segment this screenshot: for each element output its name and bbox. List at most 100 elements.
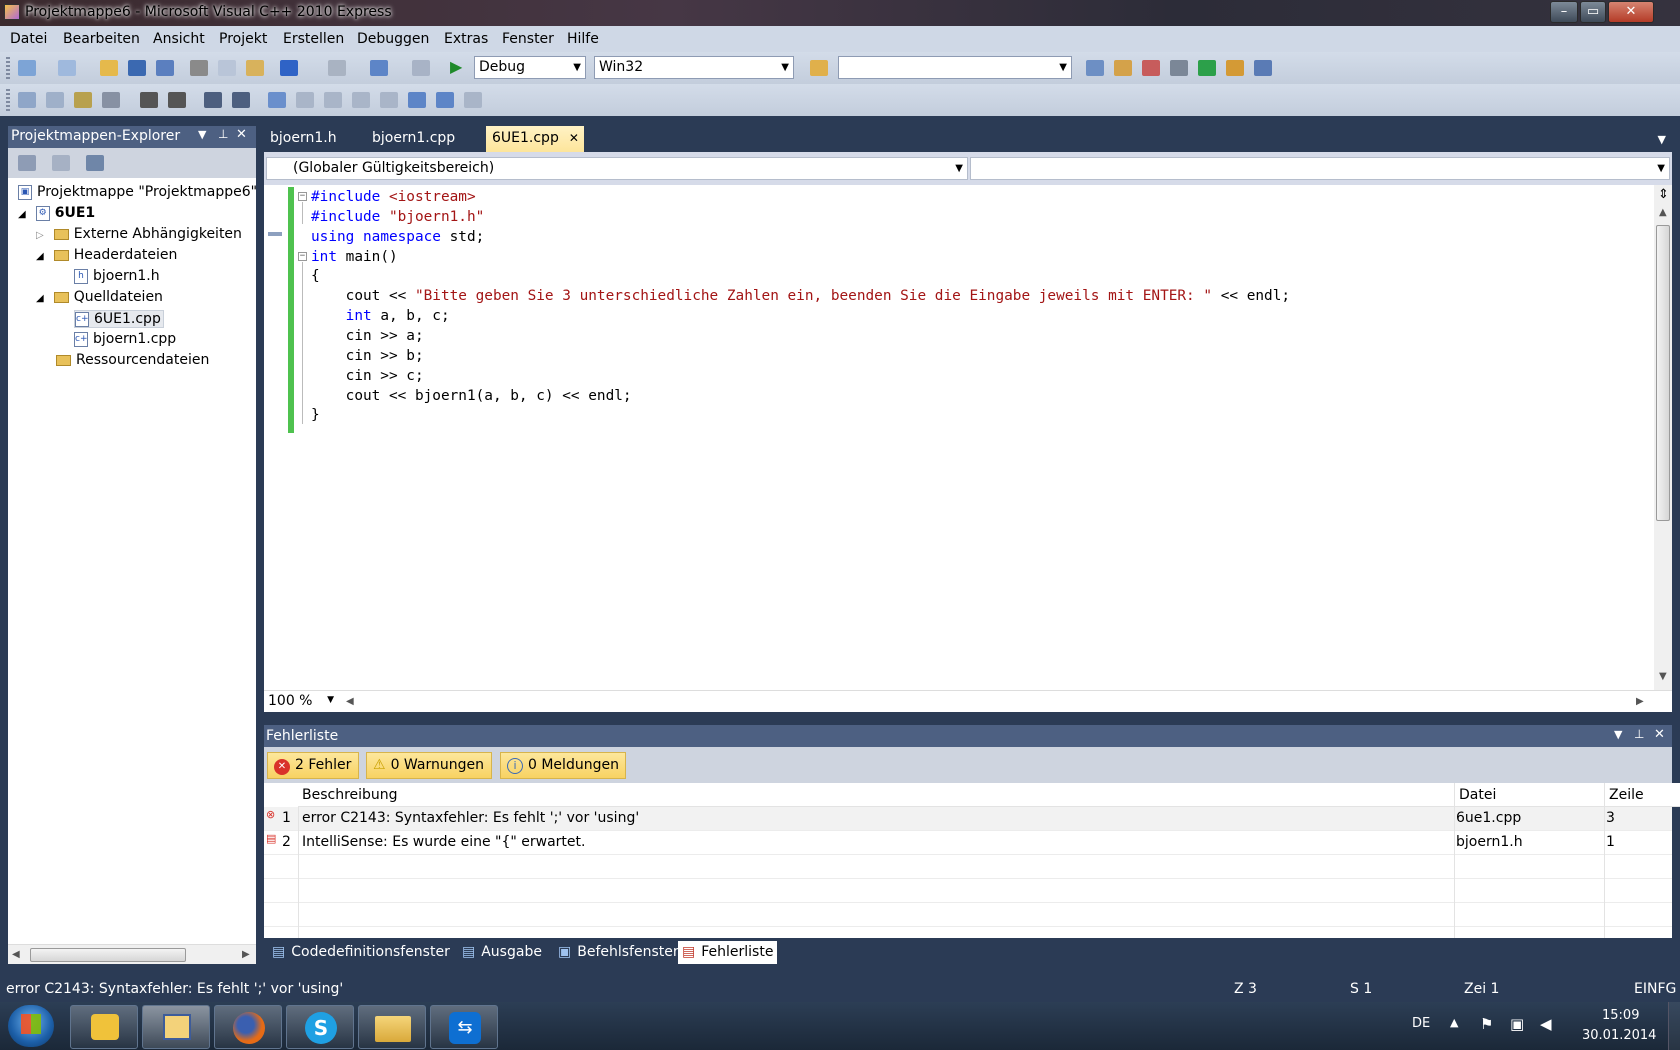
decrease-indent-icon[interactable] — [140, 92, 158, 108]
scroll-left-icon[interactable]: ◀ — [12, 949, 20, 960]
tab-code-definition[interactable]: ▤ Codedefinitionsfenster — [268, 941, 454, 964]
messages-filter-button[interactable]: i 0 Meldungen — [500, 752, 626, 779]
pin-icon[interactable]: ⊥ — [218, 127, 228, 141]
platform-combo[interactable]: Win32 ▼ — [594, 56, 794, 79]
scroll-right-icon[interactable]: ▶ — [1636, 696, 1644, 707]
toolbox-icon[interactable] — [1142, 60, 1160, 76]
taskbar-visual-studio[interactable] — [142, 1005, 210, 1049]
menu-extras[interactable]: Extras — [444, 31, 488, 47]
code-line[interactable]: } — [311, 405, 320, 426]
expand-arrow-icon[interactable]: ◢ — [36, 293, 44, 304]
comment-out-icon[interactable] — [204, 92, 222, 108]
tree-resource-files[interactable]: Ressourcendateien — [56, 352, 209, 368]
taskbar-firefox[interactable] — [214, 1005, 282, 1049]
chevron-down-icon[interactable]: ▼ — [198, 128, 206, 141]
scroll-up-icon[interactable]: ▲ — [1659, 207, 1667, 218]
quick-info-icon[interactable] — [74, 92, 92, 108]
taskbar-skype[interactable]: S — [286, 1005, 354, 1049]
horizontal-scrollbar[interactable]: ◀ ▶ — [8, 944, 256, 964]
menu-hilfe[interactable]: Hilfe — [567, 31, 599, 47]
close-icon[interactable]: ✕ — [569, 131, 579, 145]
language-indicator[interactable]: DE — [1412, 1016, 1430, 1031]
increase-indent-icon[interactable] — [168, 92, 186, 108]
scope-combo[interactable]: (Globaler Gültigkeitsbereich) ▼ — [266, 157, 968, 180]
menu-debuggen[interactable]: Debuggen — [357, 31, 429, 47]
uncomment-icon[interactable] — [232, 92, 250, 108]
undo-icon[interactable] — [280, 60, 298, 76]
properties-icon[interactable] — [1114, 60, 1132, 76]
copy-icon[interactable] — [218, 60, 236, 76]
clock-date[interactable]: 30.01.2014 — [1582, 1028, 1656, 1043]
collapse-function-icon[interactable]: − — [298, 252, 307, 261]
prev-bookmark-icon[interactable] — [296, 92, 314, 108]
code-line[interactable]: #include <iostream> — [311, 187, 476, 208]
scrollbar-thumb[interactable] — [1656, 225, 1670, 521]
menu-fenster[interactable]: Fenster — [502, 31, 554, 47]
start-page-icon[interactable] — [1198, 60, 1216, 76]
menu-erstellen[interactable]: Erstellen — [283, 31, 344, 47]
tree-header-files[interactable]: ◢ Headerdateien — [36, 247, 177, 263]
tab-6ue1-cpp[interactable]: 6UE1.cpp ✕ — [486, 126, 584, 152]
vertical-scrollbar[interactable]: ⇕ ▲ ▼ — [1654, 185, 1672, 690]
find-combo[interactable]: ▼ — [838, 56, 1072, 79]
tab-command-window[interactable]: ▣ Befehlsfenster — [554, 941, 683, 964]
member-combo[interactable]: ▼ — [970, 157, 1670, 180]
clock-time[interactable]: 15:09 — [1602, 1008, 1639, 1023]
code-line[interactable]: using namespace std; — [311, 227, 484, 248]
solution-explorer-icon[interactable] — [1086, 60, 1104, 76]
code-line[interactable]: { — [311, 266, 320, 287]
open-folder-icon[interactable] — [100, 60, 118, 76]
tab-output[interactable]: ▤ Ausgabe — [458, 941, 546, 964]
save-icon[interactable] — [128, 60, 146, 76]
expand-arrow-icon[interactable]: ◢ — [18, 209, 26, 220]
find-in-files-icon[interactable] — [810, 60, 828, 76]
next-bookmark-doc-icon[interactable] — [436, 92, 454, 108]
start-debug-icon[interactable]: ▶ — [450, 57, 462, 76]
tab-error-list[interactable]: ▤ Fehlerliste — [678, 941, 778, 964]
minimize-button[interactable]: – — [1550, 1, 1578, 23]
table-row[interactable]: ▤ 2 IntelliSense: Es wurde eine "{" erwa… — [264, 831, 1672, 855]
refresh-icon[interactable] — [52, 155, 70, 171]
table-row[interactable]: ⊗ 1 error C2143: Syntaxfehler: Es fehlt … — [264, 807, 1672, 831]
taskbar-teamviewer[interactable]: ⇆ — [430, 1005, 498, 1049]
code-line[interactable]: #include "bjoern1.h" — [311, 207, 484, 228]
tree-solution[interactable]: ▣ Projektmappe "Projektmappe6" — [18, 184, 257, 200]
configuration-combo[interactable]: Debug ▼ — [474, 56, 586, 79]
collapse-region-icon[interactable]: − — [298, 192, 307, 201]
chevron-down-icon[interactable]: ▼ — [1614, 728, 1622, 741]
parameter-info-icon[interactable] — [46, 92, 64, 108]
class-view-icon[interactable] — [1226, 60, 1244, 76]
network-icon[interactable]: ▣ — [1510, 1015, 1524, 1033]
tab-dropdown-icon[interactable]: ▼ — [1658, 133, 1666, 146]
column-header-file[interactable]: Datei — [1454, 783, 1604, 807]
tab-bjoern1-cpp[interactable]: bjoern1.cpp — [366, 126, 461, 152]
code-line[interactable]: cin >> b; — [311, 346, 424, 367]
next-bookmark-folder-icon[interactable] — [380, 92, 398, 108]
split-window-icon[interactable]: ⇕ — [1658, 187, 1669, 202]
code-line[interactable]: cin >> a; — [311, 326, 424, 347]
prev-bookmark-doc-icon[interactable] — [408, 92, 426, 108]
tree-file-bjoern1-h[interactable]: h bjoern1.h — [74, 268, 160, 284]
show-all-files-icon[interactable] — [18, 155, 36, 171]
volume-icon[interactable]: ◀ — [1540, 1015, 1552, 1033]
menu-projekt[interactable]: Projekt — [219, 31, 267, 47]
navigate-back-icon[interactable] — [370, 60, 388, 76]
clear-bookmarks-icon[interactable] — [464, 92, 482, 108]
bookmark-icon[interactable] — [268, 92, 286, 108]
tree-project[interactable]: ◢ ⚙ 6UE1 — [18, 205, 95, 221]
code-line[interactable]: cin >> c; — [311, 366, 424, 387]
properties-icon[interactable] — [86, 155, 104, 171]
toolbar-grip[interactable] — [6, 89, 10, 111]
close-icon[interactable]: ✕ — [236, 127, 247, 142]
show-desktop-button[interactable] — [1668, 1002, 1680, 1050]
code-area[interactable]: − − #include <iostream> #include "bjoern1… — [264, 185, 1654, 685]
tree-file-6ue1-cpp[interactable]: c+ 6UE1.cpp — [74, 310, 164, 328]
menu-datei[interactable]: Datei — [10, 31, 47, 47]
redo-icon[interactable] — [328, 60, 346, 76]
expand-arrow-icon[interactable]: ◢ — [36, 251, 44, 262]
code-line[interactable]: cout << bjoern1(a, b, c) << endl; — [311, 386, 632, 407]
errors-filter-button[interactable]: ✕ 2 Fehler — [267, 752, 359, 779]
save-all-icon[interactable] — [156, 60, 174, 76]
scroll-down-icon[interactable]: ▼ — [1659, 671, 1667, 682]
tree-source-files[interactable]: ◢ Quelldateien — [36, 289, 163, 305]
